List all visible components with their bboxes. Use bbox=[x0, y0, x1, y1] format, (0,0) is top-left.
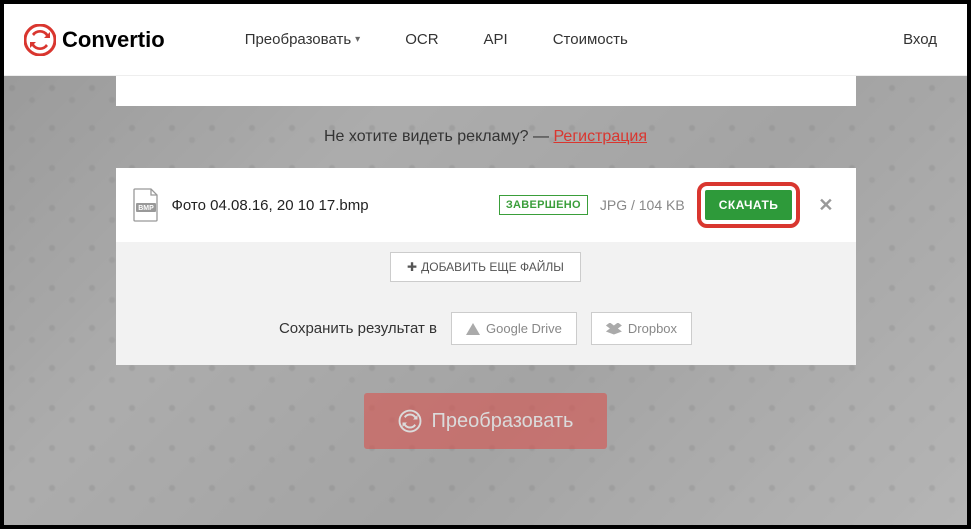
register-link[interactable]: Регистрация bbox=[553, 128, 647, 145]
dropbox-button[interactable]: Dropbox bbox=[591, 312, 692, 345]
nav-ocr[interactable]: OCR bbox=[405, 31, 438, 48]
convert-button[interactable]: Преобразовать bbox=[364, 393, 608, 449]
file-type-icon: BMP bbox=[132, 188, 160, 222]
brand-name: Convertio bbox=[62, 27, 165, 53]
logo-icon bbox=[24, 24, 56, 56]
chevron-down-icon: ▾ bbox=[355, 34, 360, 45]
save-result-label: Сохранить результат в bbox=[279, 320, 437, 337]
login-link[interactable]: Вход bbox=[903, 31, 937, 48]
google-drive-label: Google Drive bbox=[486, 321, 562, 336]
main-nav: Преобразовать ▾ OCR API Стоимость bbox=[245, 31, 628, 48]
add-more-button[interactable]: ✚ ДОБАВИТЬ ЕЩЕ ФАЙЛЫ bbox=[390, 252, 581, 282]
logo[interactable]: Convertio bbox=[24, 24, 165, 56]
convert-section: Преобразовать bbox=[116, 365, 856, 477]
nav-api[interactable]: API bbox=[484, 31, 508, 48]
dropbox-icon bbox=[606, 323, 622, 335]
file-panel: BMP Фото 04.08.16, 20 10 17.bmp ЗАВЕРШЕН… bbox=[116, 168, 856, 365]
download-button[interactable]: СКАЧАТЬ bbox=[705, 190, 793, 220]
dropbox-label: Dropbox bbox=[628, 321, 677, 336]
no-ads-prompt: Не хотите видеть рекламу? — Регистрация bbox=[116, 106, 856, 168]
top-white-strip bbox=[116, 76, 856, 106]
file-name: Фото 04.08.16, 20 10 17.bmp bbox=[172, 197, 369, 214]
google-drive-button[interactable]: Google Drive bbox=[451, 312, 577, 345]
download-highlight: СКАЧАТЬ bbox=[697, 182, 801, 228]
status-badge: ЗАВЕРШЕНО bbox=[499, 195, 588, 215]
convert-icon bbox=[398, 409, 422, 433]
nav-convert-label: Преобразовать bbox=[245, 31, 351, 48]
save-result-row: Сохранить результат в Google Drive Dropb… bbox=[116, 292, 856, 365]
no-ads-text: Не хотите видеть рекламу? — bbox=[324, 128, 553, 145]
remove-file-button[interactable]: ✕ bbox=[812, 195, 839, 216]
convert-label: Преобразовать bbox=[432, 410, 574, 433]
content-area: Не хотите видеть рекламу? — Регистрация … bbox=[4, 76, 967, 525]
file-meta: JPG / 104 KB bbox=[600, 197, 685, 213]
nav-convert[interactable]: Преобразовать ▾ bbox=[245, 31, 361, 48]
file-row: BMP Фото 04.08.16, 20 10 17.bmp ЗАВЕРШЕН… bbox=[116, 168, 856, 242]
google-drive-icon bbox=[466, 323, 480, 335]
header: Convertio Преобразовать ▾ OCR API Стоимо… bbox=[4, 4, 967, 76]
svg-text:BMP: BMP bbox=[138, 205, 154, 212]
nav-pricing[interactable]: Стоимость bbox=[553, 31, 628, 48]
add-more-label: ДОБАВИТЬ ЕЩЕ ФАЙЛЫ bbox=[421, 260, 564, 274]
plus-icon: ✚ bbox=[407, 260, 417, 274]
add-more-row: ✚ ДОБАВИТЬ ЕЩЕ ФАЙЛЫ bbox=[116, 242, 856, 292]
